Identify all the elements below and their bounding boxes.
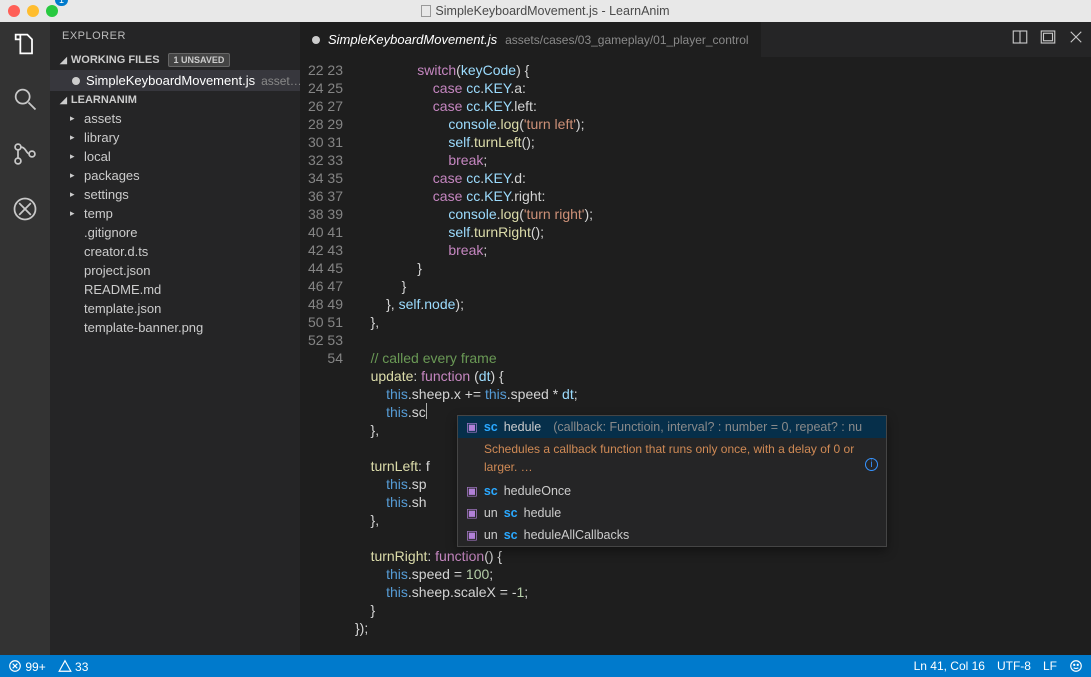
method-icon: ▣ <box>466 504 478 522</box>
editor-tab[interactable]: SimpleKeyboardMovement.js assets/cases/0… <box>300 22 761 57</box>
tab-path: assets/cases/03_gameplay/01_player_contr… <box>505 33 748 47</box>
status-encoding[interactable]: UTF-8 <box>997 659 1031 673</box>
unsaved-badge: 1 UNSAVED <box>168 53 231 67</box>
working-files-section[interactable]: ◢WORKING FILES 1 UNSAVED <box>50 50 300 70</box>
tree-folder[interactable]: ▸packages <box>50 166 300 185</box>
tree-file[interactable]: README.md <box>50 280 300 299</box>
activity-bar: 1 <box>0 22 50 655</box>
explorer-activity-icon[interactable]: 1 <box>11 30 39 63</box>
status-errors[interactable]: 99+ <box>8 659 46 674</box>
intellisense-item[interactable]: ▣ unscheduleAllCallbacks <box>458 524 886 546</box>
zoom-window-button[interactable] <box>46 5 58 17</box>
minimize-window-button[interactable] <box>27 5 39 17</box>
split-editor-icon[interactable] <box>1011 28 1029 51</box>
source-control-activity-icon[interactable] <box>11 140 39 173</box>
tab-filename: SimpleKeyboardMovement.js <box>328 32 497 47</box>
overflow-icon[interactable] <box>1039 28 1057 51</box>
tree-folder[interactable]: ▸local <box>50 147 300 166</box>
close-window-button[interactable] <box>8 5 20 17</box>
tree-file[interactable]: template.json <box>50 299 300 318</box>
code-content[interactable]: switch(keyCode) { case cc.KEY.a: case cc… <box>355 57 1091 655</box>
intellisense-popup[interactable]: ▣ schedule(callback: Functioin, interval… <box>457 415 887 547</box>
traffic-lights[interactable] <box>8 5 58 17</box>
intellisense-item[interactable]: ▣ scheduleOnce <box>458 480 886 502</box>
method-icon: ▣ <box>466 482 478 500</box>
tree-file[interactable]: .gitignore <box>50 223 300 242</box>
line-number-gutter: 22 23 24 25 26 27 28 29 30 31 32 33 34 3… <box>300 57 355 655</box>
status-feedback-icon[interactable] <box>1069 659 1083 674</box>
tree-file[interactable]: creator.d.ts <box>50 242 300 261</box>
code-editor[interactable]: 22 23 24 25 26 27 28 29 30 31 32 33 34 3… <box>300 57 1091 655</box>
editor-tabs: SimpleKeyboardMovement.js assets/cases/0… <box>300 22 1091 57</box>
macos-title-bar: SimpleKeyboardMovement.js - LearnAnim <box>0 0 1091 22</box>
info-icon[interactable]: i <box>865 458 878 471</box>
status-lncol[interactable]: Ln 41, Col 16 <box>914 659 985 673</box>
tree-folder[interactable]: ▸library <box>50 128 300 147</box>
dirty-indicator-icon <box>312 36 320 44</box>
explorer-title: EXPLORER <box>50 22 300 50</box>
method-icon: ▣ <box>466 418 478 436</box>
status-bar: 99+ 33 Ln 41, Col 16 UTF-8 LF <box>0 655 1091 677</box>
tree-folder[interactable]: ▸temp <box>50 204 300 223</box>
file-tree: ▸assets▸library▸local▸packages▸settings▸… <box>50 109 300 337</box>
intellisense-doc: Schedules a callback function that runs … <box>458 438 886 480</box>
debug-activity-icon[interactable] <box>11 195 39 228</box>
open-editor-item[interactable]: SimpleKeyboardMovement.js asset… <box>50 70 300 91</box>
tree-folder[interactable]: ▸assets <box>50 109 300 128</box>
tree-file[interactable]: project.json <box>50 261 300 280</box>
search-activity-icon[interactable] <box>11 85 39 118</box>
close-all-icon[interactable] <box>1067 28 1085 51</box>
project-root-section[interactable]: ◢LEARNANIM <box>50 91 300 109</box>
dirty-indicator-icon <box>72 77 80 85</box>
status-eol[interactable]: LF <box>1043 659 1057 673</box>
method-icon: ▣ <box>466 526 478 544</box>
explorer-sidebar: EXPLORER ◢WORKING FILES 1 UNSAVED Simple… <box>50 22 300 655</box>
intellisense-item[interactable]: ▣ schedule(callback: Functioin, interval… <box>458 416 886 438</box>
status-warnings[interactable]: 33 <box>58 659 89 674</box>
tree-folder[interactable]: ▸settings <box>50 185 300 204</box>
tree-file[interactable]: template-banner.png <box>50 318 300 337</box>
window-title: SimpleKeyboardMovement.js - LearnAnim <box>0 4 1091 18</box>
intellisense-item[interactable]: ▣ unschedule <box>458 502 886 524</box>
